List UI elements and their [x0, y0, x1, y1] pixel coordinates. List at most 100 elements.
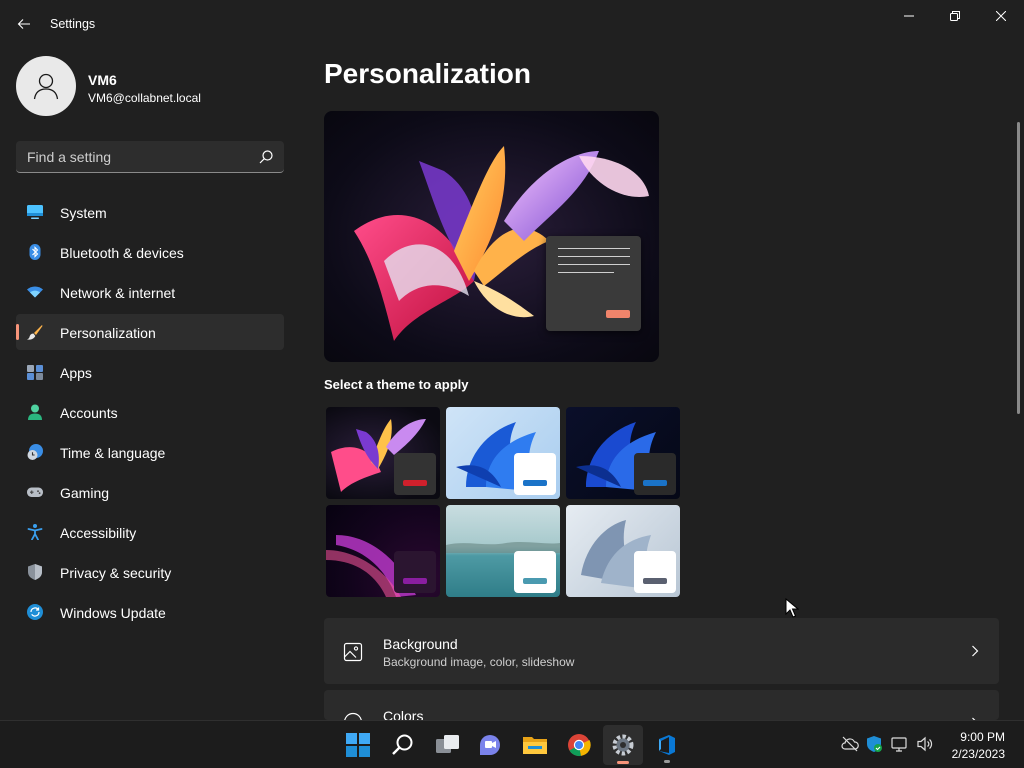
search-input[interactable]: [16, 141, 252, 172]
network-icon[interactable]: [891, 735, 909, 753]
minimize-button[interactable]: [886, 0, 932, 32]
monitor-icon: [27, 205, 43, 219]
palette-icon: [344, 712, 362, 720]
security-shield-icon[interactable]: [865, 735, 883, 753]
file-explorer-icon: [523, 737, 547, 754]
paintbrush-icon: [27, 325, 43, 340]
update-icon: [27, 604, 43, 620]
taskbar-search-button[interactable]: [383, 725, 423, 765]
back-button[interactable]: [10, 10, 38, 38]
card-title: Background: [383, 636, 458, 652]
app-title: Settings: [50, 17, 96, 31]
search-box[interactable]: [16, 141, 284, 173]
taskbar: 9:00 PM 2/23/2023: [0, 720, 1024, 768]
restore-button[interactable]: [932, 0, 978, 32]
scrollbar-thumb[interactable]: [1017, 122, 1020, 414]
task-view-button[interactable]: [428, 725, 468, 765]
page-title: Personalization: [324, 58, 531, 89]
theme-accent-bar: [523, 480, 547, 486]
settings-icon: [612, 734, 634, 756]
active-indicator: [617, 761, 629, 764]
avatar: [16, 56, 76, 116]
azure-devops-button[interactable]: [647, 725, 687, 765]
user-email: VM6@collabnet.local: [88, 91, 201, 105]
theme-tile[interactable]: [566, 505, 680, 597]
sidebar-item-label: Accounts: [60, 405, 118, 421]
bluetooth-icon: [29, 244, 41, 260]
close-button[interactable]: [978, 0, 1024, 32]
sidebar-item-network[interactable]: Network & internet: [16, 274, 284, 310]
theme-grid: [324, 405, 684, 597]
sidebar-item-label: Apps: [60, 365, 92, 381]
sidebar-item-label: Bluetooth & devices: [60, 245, 184, 261]
title-bar: Settings: [0, 0, 1024, 48]
chevron-right-icon: [972, 645, 979, 657]
sidebar-item-label: System: [60, 205, 107, 221]
theme-accent-bar: [403, 480, 427, 486]
close-icon: [996, 11, 1006, 21]
person-icon: [28, 404, 42, 420]
cloud-offline-icon[interactable]: [841, 735, 859, 753]
user-name: VM6: [88, 72, 117, 88]
card-subtitle: Background image, color, slideshow: [383, 655, 575, 669]
minimize-icon: [904, 15, 914, 17]
chrome-icon: [568, 734, 591, 757]
theme-preview: [324, 111, 659, 362]
theme-accent-bar: [523, 578, 547, 584]
start-icon: [346, 733, 370, 757]
settings-taskbar-button[interactable]: [603, 725, 643, 765]
sidebar-nav: System Bluetooth & devices Network & int…: [16, 194, 284, 634]
preview-window: [546, 236, 641, 331]
sidebar-item-label: Network & internet: [60, 285, 176, 301]
task-view-icon: [436, 735, 459, 753]
sidebar-item-label: Time & language: [60, 445, 166, 461]
user-profile[interactable]: VM6 VM6@collabnet.local: [16, 56, 286, 118]
accessibility-icon: [27, 524, 43, 540]
theme-accent-bar: [643, 480, 667, 486]
chrome-button[interactable]: [559, 725, 599, 765]
shield-icon: [28, 564, 42, 580]
theme-tile[interactable]: [566, 407, 680, 499]
image-icon: [343, 642, 363, 662]
restore-icon: [950, 11, 960, 21]
sidebar-item-label: Gaming: [60, 485, 110, 501]
clock-time[interactable]: 9:00 PM: [960, 730, 1005, 744]
gamepad-icon: [27, 487, 43, 497]
person-icon: [33, 73, 59, 100]
volume-icon[interactable]: [916, 735, 934, 753]
sidebar-item-bluetooth[interactable]: Bluetooth & devices: [16, 234, 284, 270]
theme-accent-bar: [403, 578, 427, 584]
theme-section-heading: Select a theme to apply: [324, 377, 469, 392]
theme-tile[interactable]: [446, 407, 560, 499]
mouse-cursor-icon: [785, 598, 799, 618]
file-explorer-button[interactable]: [515, 725, 555, 765]
running-indicator: [664, 760, 670, 763]
clock-date[interactable]: 2/23/2023: [952, 747, 1005, 761]
sidebar-item-label: Windows Update: [60, 605, 166, 621]
theme-tile[interactable]: [446, 505, 560, 597]
sidebar-item-privacy-security[interactable]: Privacy & security: [16, 554, 284, 590]
chat-button[interactable]: [470, 725, 510, 765]
background-settings-card[interactable]: Background Background image, color, slid…: [324, 618, 999, 684]
colors-settings-card[interactable]: Colors: [324, 690, 999, 720]
chat-icon: [480, 735, 500, 755]
sidebar-item-personalization[interactable]: Personalization: [16, 314, 284, 350]
sidebar-item-system[interactable]: System: [16, 194, 284, 230]
clock-globe-icon: [27, 444, 43, 460]
sidebar-item-label: Personalization: [60, 325, 156, 341]
azure-devops-icon: [659, 735, 675, 755]
sidebar-item-accessibility[interactable]: Accessibility: [16, 514, 284, 550]
theme-tile[interactable]: [326, 407, 440, 499]
start-button[interactable]: [338, 725, 378, 765]
card-title: Colors: [383, 708, 424, 720]
theme-accent-bar: [643, 578, 667, 584]
apps-icon: [27, 365, 43, 380]
sidebar-item-windows-update[interactable]: Windows Update: [16, 594, 284, 630]
sidebar-item-accounts[interactable]: Accounts: [16, 394, 284, 430]
theme-tile[interactable]: [326, 505, 440, 597]
sidebar-item-gaming[interactable]: Gaming: [16, 474, 284, 510]
sidebar-item-time-language[interactable]: Time & language: [16, 434, 284, 470]
sidebar-item-label: Privacy & security: [60, 565, 172, 581]
search-icon: [259, 150, 273, 164]
sidebar-item-apps[interactable]: Apps: [16, 354, 284, 390]
